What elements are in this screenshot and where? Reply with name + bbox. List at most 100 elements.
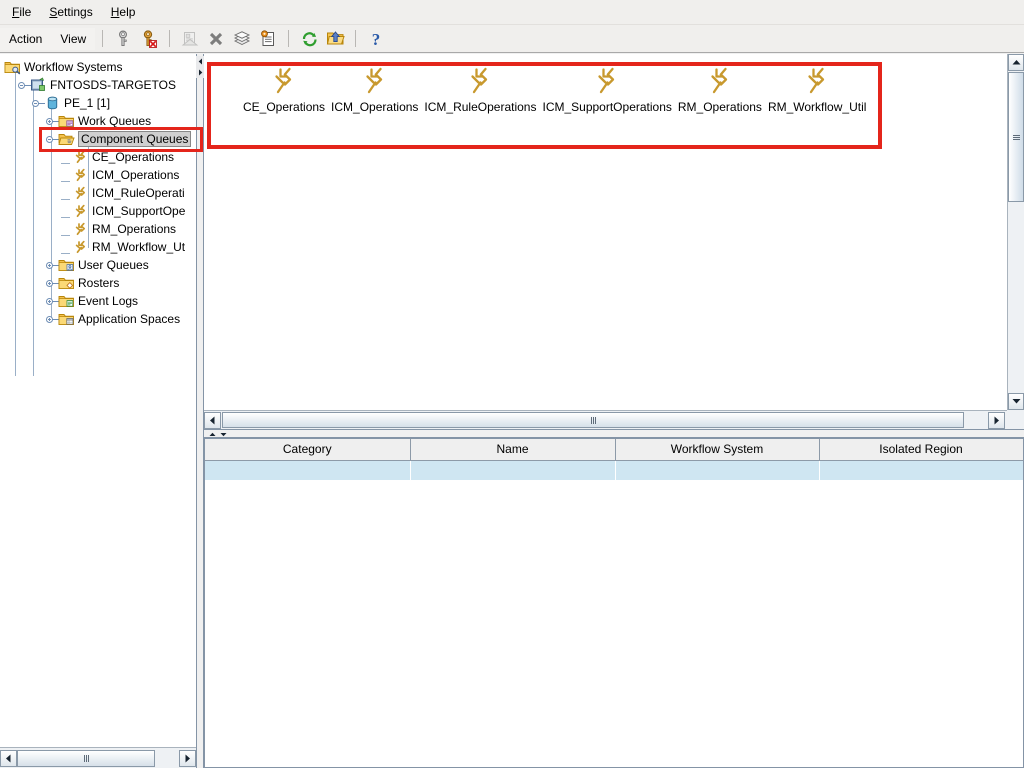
svg-text:?: ? <box>372 30 381 48</box>
tree-expand-toggle-icon[interactable] <box>46 259 59 271</box>
queue-icon <box>271 66 297 96</box>
delete-x-icon[interactable] <box>203 27 229 51</box>
queue-item-icm_supportoperations[interactable]: ICM_SupportOperations <box>539 66 674 114</box>
queue-item-icm_operations[interactable]: ICM_Operations <box>328 66 421 114</box>
vertical-splitter-inner <box>197 54 203 768</box>
queue-icon <box>72 185 89 201</box>
queue-icon <box>72 167 89 183</box>
content-area: CE_Operations ICM_Operations ICM_RuleOpera… <box>204 54 1024 768</box>
splitter-collapse-down-button[interactable] <box>219 431 228 438</box>
tree-horizontal-scrollbar[interactable] <box>0 747 196 768</box>
vertical-splitter[interactable] <box>196 54 204 768</box>
table-cell-isolated-region[interactable] <box>819 460 1023 480</box>
tree-item-label: ICM_Operations <box>92 168 180 182</box>
tree-item-event-logs[interactable]: Event Logs <box>0 292 195 310</box>
tree-item-pe-1-1[interactable]: PE_1 [1] <box>0 94 195 112</box>
tree-item-icm-operations[interactable]: ICM_Operations <box>0 166 195 184</box>
tree-item-rm-workflow-ut[interactable]: RM_Workflow_Ut <box>0 238 195 256</box>
content-horizontal-scroll-thumb[interactable] <box>222 412 964 428</box>
tree-item-ce-operations[interactable]: CE_Operations <box>0 148 195 166</box>
queue-item-label: ICM_SupportOperations <box>542 100 672 114</box>
queue-icon-list: CE_Operations ICM_Operations ICM_RuleOpera… <box>204 54 1007 114</box>
toolbar-separator-3 <box>288 30 290 47</box>
column-header-isolated-region[interactable]: Isolated Region <box>819 439 1023 461</box>
queue-item-label: ICM_RuleOperations <box>424 100 537 114</box>
tree-scroll-right-arrow[interactable] <box>179 749 196 767</box>
tree-expand-toggle-icon[interactable] <box>46 313 59 325</box>
tree-item-user-queues[interactable]: User Queues <box>0 256 195 274</box>
tree-item-icm-ruleoperati[interactable]: ICM_RuleOperati <box>0 184 195 202</box>
open-folder-up-icon[interactable] <box>322 27 348 51</box>
tree-item-label: PE_1 [1] <box>64 96 111 110</box>
detail-table[interactable]: Category Name Workflow System Isolated R… <box>204 438 1024 768</box>
tree-expand-toggle-icon[interactable] <box>46 295 59 307</box>
splitter-collapse-right-button[interactable] <box>196 67 204 78</box>
view-menu-button[interactable]: View <box>51 27 96 50</box>
tree-item-fntosds-targetos[interactable]: FNTOSDS-TARGETOS <box>0 76 195 94</box>
column-header-name[interactable]: Name <box>410 439 616 461</box>
content-scroll-down-arrow[interactable] <box>1008 393 1024 410</box>
properties-icon[interactable] <box>177 27 203 51</box>
menu-file[interactable]: File <box>4 2 41 22</box>
tree-item-component-queues[interactable]: Component Queues <box>0 130 195 148</box>
menu-settings[interactable]: Settings <box>41 2 102 22</box>
tree-scroll-track[interactable] <box>17 749 179 767</box>
copy-layers-icon[interactable] <box>229 27 255 51</box>
queue-item-rm_workflow_util[interactable]: RM_Workflow_Util <box>765 66 869 114</box>
tree-item-rm-operations[interactable]: RM_Operations <box>0 220 195 238</box>
queue-item-ce_operations[interactable]: CE_Operations <box>240 66 328 114</box>
queue-item-icm_ruleoperations[interactable]: ICM_RuleOperations <box>421 66 539 114</box>
tree-collapse-toggle-icon[interactable] <box>32 97 45 109</box>
tree-scroll-thumb[interactable] <box>17 749 155 767</box>
help-question-icon[interactable]: ? <box>363 27 389 51</box>
tree-collapse-toggle-icon[interactable] <box>18 79 31 91</box>
table-cell-workflow-system[interactable] <box>615 460 820 480</box>
table-cell-category[interactable] <box>205 460 411 480</box>
menu-help[interactable]: Help <box>103 2 146 22</box>
tree-item-label: Work Queues <box>78 114 152 128</box>
content-scroll-right-arrow[interactable] <box>988 412 1005 429</box>
content-vertical-scrollbar[interactable] <box>1007 54 1024 410</box>
scroll-grip-icon <box>83 754 89 762</box>
toolbar-separator-1 <box>102 30 104 47</box>
content-vertical-scroll-thumb[interactable] <box>1008 72 1024 202</box>
tree-item-rosters[interactable]: Rosters <box>0 274 195 292</box>
tree-scroll-left-arrow[interactable] <box>0 749 17 767</box>
tree-item-label: User Queues <box>78 258 149 272</box>
queue-item-label: RM_Workflow_Util <box>767 100 867 114</box>
queue-icon <box>467 66 493 96</box>
horizontal-splitter[interactable] <box>204 429 1024 438</box>
content-horizontal-scrollbar[interactable] <box>204 410 1007 429</box>
content-scroll-up-arrow[interactable] <box>1008 54 1024 71</box>
workflow-systems-folder-icon <box>4 59 21 75</box>
splitter-collapse-left-button[interactable] <box>196 56 204 67</box>
column-header-workflow-system[interactable]: Workflow System <box>615 439 820 461</box>
column-header-category[interactable]: Category <box>205 439 411 461</box>
queue-item-label: ICM_Operations <box>331 100 419 114</box>
key-disconnect-icon[interactable] <box>136 27 162 51</box>
splitter-collapse-up-button[interactable] <box>208 431 217 438</box>
content-scroll-left-arrow[interactable] <box>204 411 221 429</box>
tree-item-label: ICM_RuleOperati <box>92 186 185 200</box>
action-menu-button[interactable]: Action <box>0 27 52 50</box>
queue-item-rm_operations[interactable]: RM_Operations <box>675 66 765 114</box>
tree-expand-toggle-icon[interactable] <box>46 277 59 289</box>
queue-item-label: RM_Operations <box>677 100 762 114</box>
tree-item-icm-supportope[interactable]: ICM_SupportOpe <box>0 202 195 220</box>
new-document-icon[interactable] <box>255 27 281 51</box>
tree-expand-toggle-icon[interactable] <box>46 115 59 127</box>
detail-table-header-row: Category Name Workflow System Isolated R… <box>205 439 1023 461</box>
queue-icon-view[interactable]: CE_Operations ICM_Operations ICM_RuleOpera… <box>204 54 1007 410</box>
tree-item-work-queues[interactable]: Work Queues <box>0 112 195 130</box>
tree-collapse-toggle-icon[interactable] <box>46 133 59 145</box>
refresh-icon[interactable] <box>296 27 322 51</box>
table-cell-name[interactable] <box>410 460 616 480</box>
tree-item-label: Workflow Systems <box>24 60 123 74</box>
toolbar-separator-2 <box>169 30 171 47</box>
key-icon[interactable] <box>110 27 136 51</box>
tree-item-application-spaces[interactable]: Application Spaces <box>0 310 195 328</box>
navigation-tree-panel[interactable]: Workflow Systems FNTOSDS-TARGETOS PE_1 [1]… <box>0 54 196 747</box>
tree-item-label: RM_Operations <box>92 222 177 236</box>
tree-item-workflow-systems[interactable]: Workflow Systems <box>0 58 195 76</box>
table-row[interactable] <box>205 460 1023 480</box>
